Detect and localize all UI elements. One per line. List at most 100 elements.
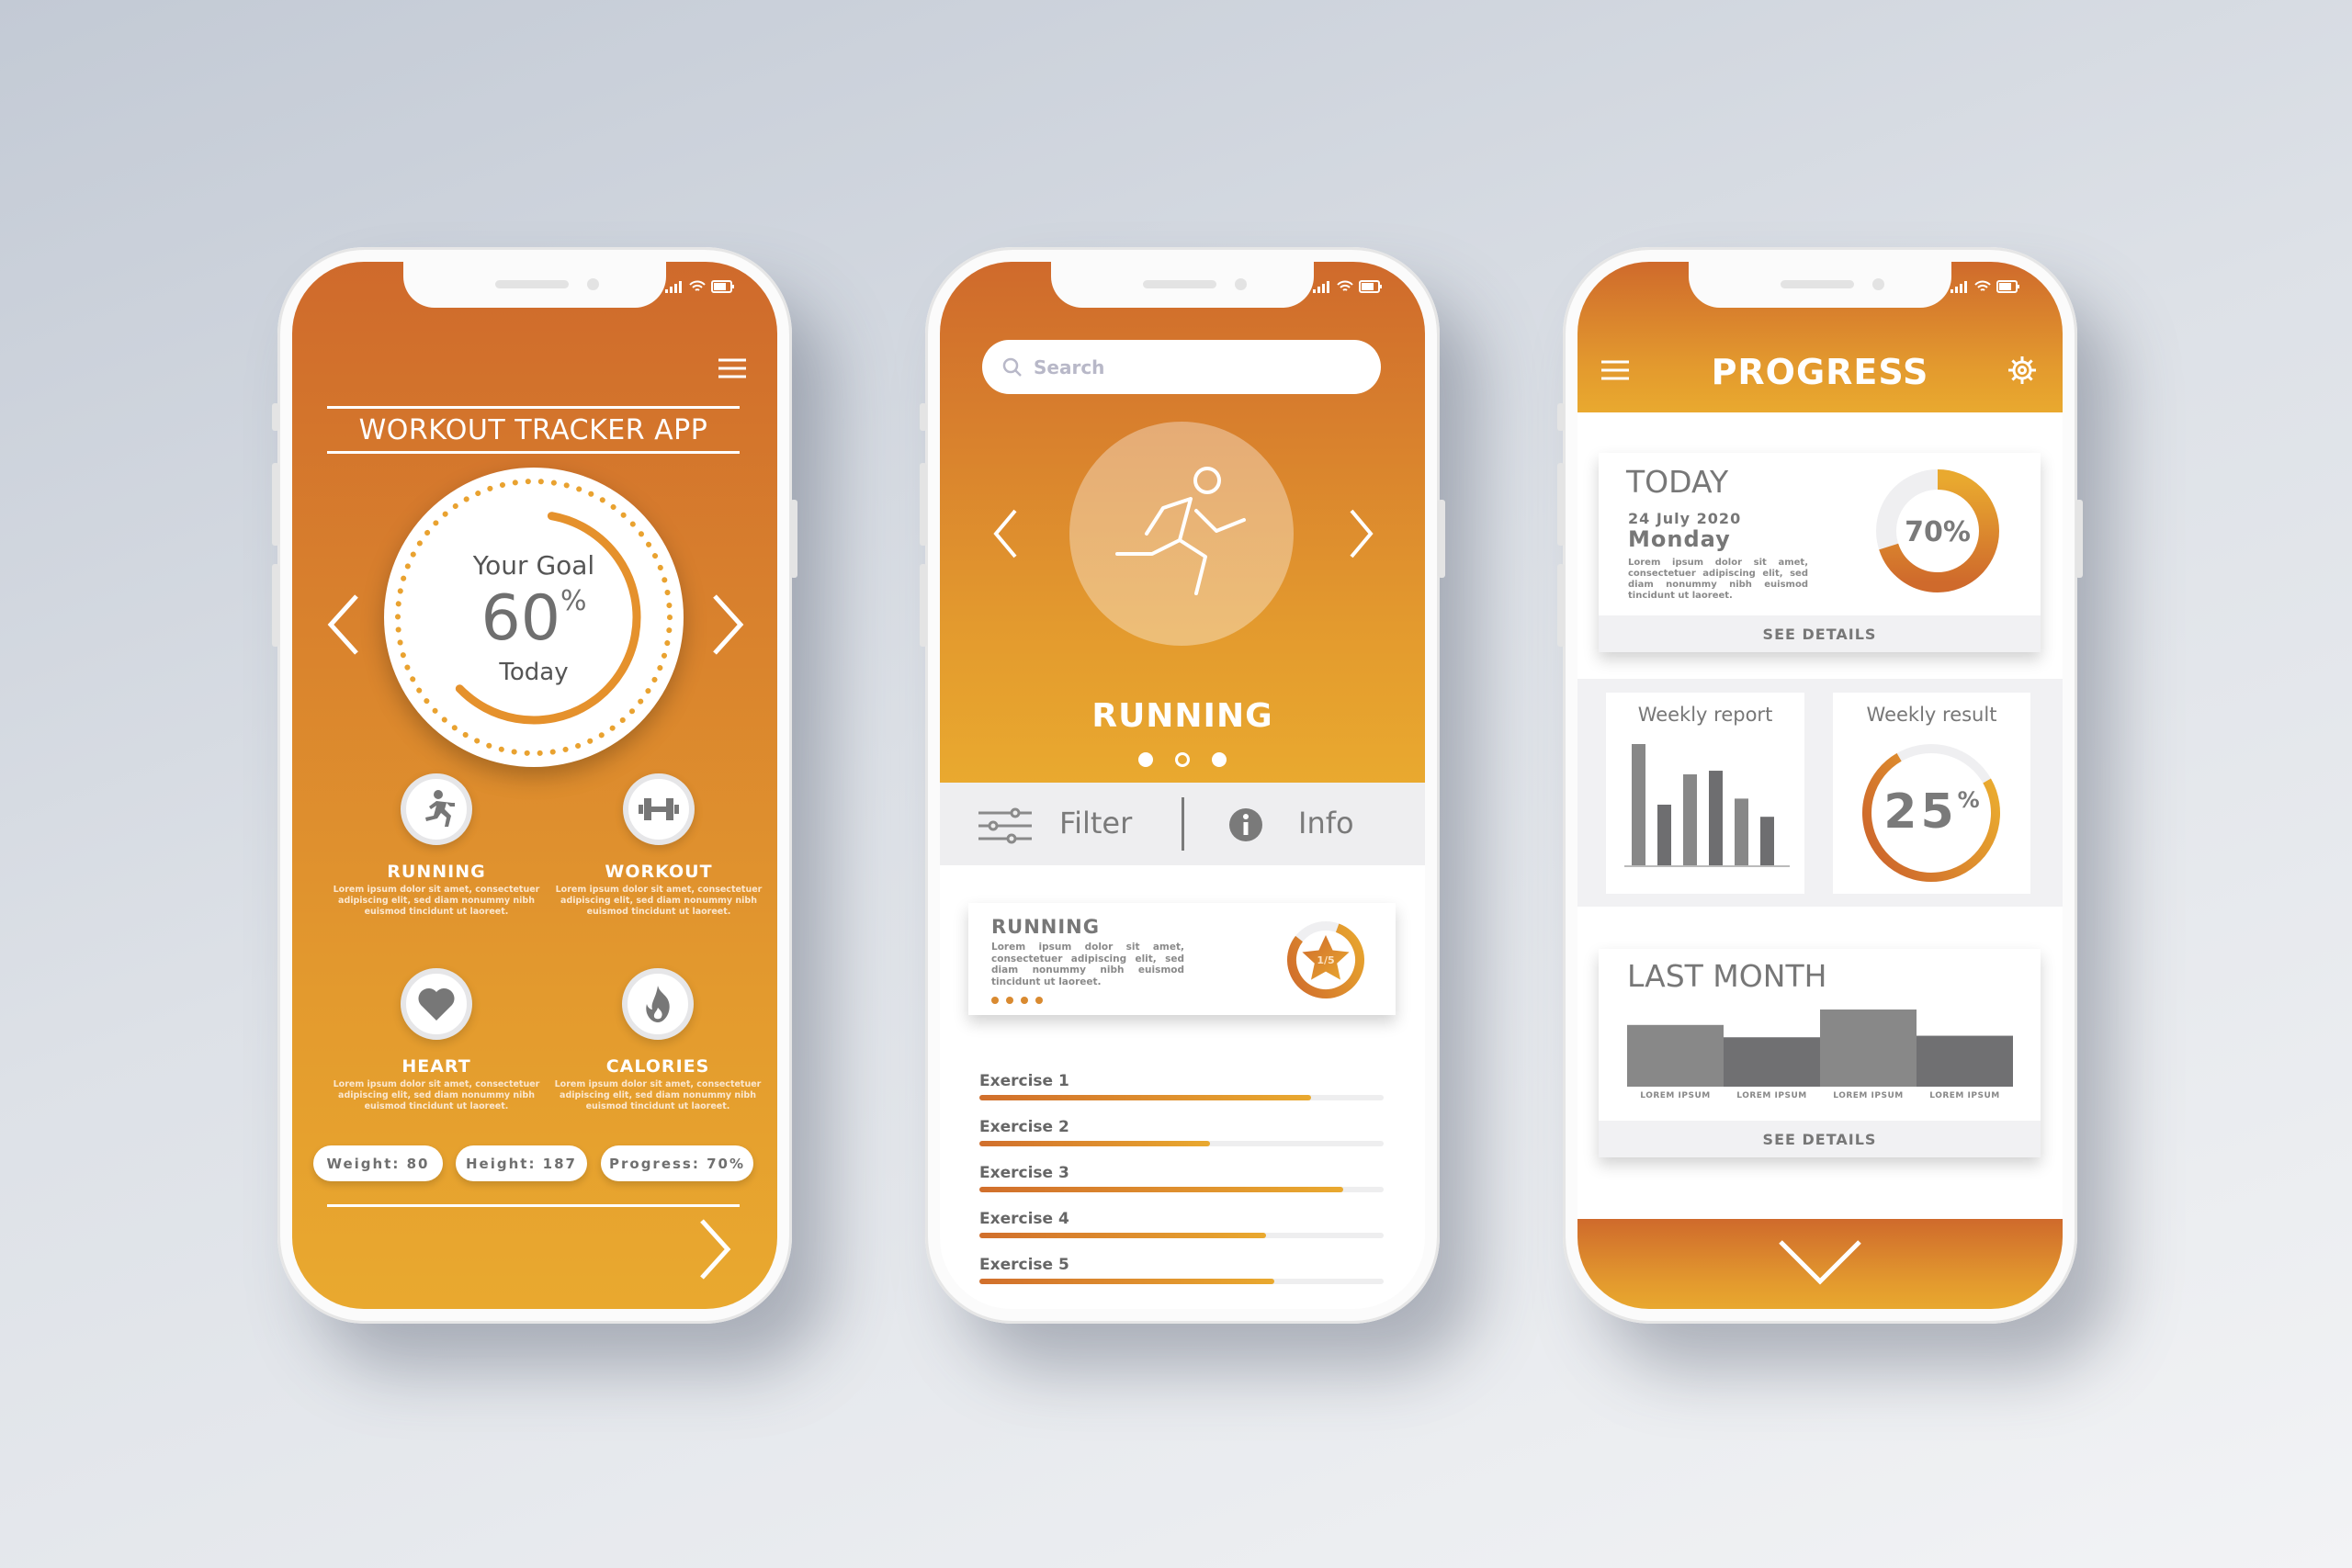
runner-icon bbox=[1115, 467, 1246, 595]
phone-activity: Search RUNNING Filter Info RUNNING Lorem… bbox=[920, 247, 1445, 1324]
feature-desc: Lorem ipsum dolor sit amet, consectetuer… bbox=[555, 885, 763, 917]
status-bar bbox=[665, 280, 735, 293]
feature-title: CALORIES bbox=[605, 1056, 710, 1077]
exercise-progress-fill bbox=[979, 1233, 1267, 1238]
notch bbox=[1689, 262, 1951, 308]
today-date: 24 July 2020 bbox=[1628, 510, 1742, 527]
rating-label: 1/5 bbox=[1317, 954, 1334, 966]
previous-arrow-icon[interactable] bbox=[325, 592, 362, 657]
feature-title: HEART bbox=[401, 1056, 471, 1077]
settings-gear-icon[interactable] bbox=[2007, 355, 2038, 386]
exercise-progress-fill bbox=[979, 1095, 1311, 1100]
filter-icon[interactable] bbox=[978, 807, 1032, 844]
filter-button[interactable]: Filter bbox=[1059, 806, 1132, 840]
dumbbell-button[interactable] bbox=[623, 773, 695, 845]
dumbbell-icon bbox=[639, 798, 679, 820]
info-button[interactable]: Info bbox=[1298, 806, 1354, 840]
weekly-report-chart bbox=[1624, 744, 1790, 867]
last-month-heading: LAST MONTH bbox=[1627, 958, 1827, 994]
today-card: TODAY 24 July 2020 Monday Lorem ipsum do… bbox=[1599, 453, 2041, 652]
last-month-card: LAST MONTH LOREM IPSUM LOREM IPSUM LOREM I… bbox=[1599, 949, 2041, 1157]
month-label: LOREM IPSUM bbox=[1640, 1091, 1711, 1100]
weekly-bar bbox=[1683, 774, 1697, 865]
today-see-details-button[interactable]: SEE DETAILS bbox=[1599, 615, 2041, 652]
activity-circle bbox=[1069, 422, 1294, 646]
goal-value: 60 bbox=[481, 582, 560, 655]
today-progress-ring: 70% bbox=[1876, 469, 1999, 592]
progress-screen: PROGRESS TODAY 24 July 2020 Monday Lorem… bbox=[1577, 262, 2063, 1309]
weekly-bar bbox=[1657, 805, 1671, 865]
status-bar bbox=[1951, 280, 2020, 293]
search-bar[interactable]: Search bbox=[982, 340, 1381, 394]
baseline bbox=[1624, 865, 1790, 867]
heart-icon bbox=[418, 987, 455, 1021]
search-input[interactable]: Search bbox=[1034, 356, 1104, 378]
exercise-label: Exercise 1 bbox=[979, 1072, 1069, 1090]
weekly-bar bbox=[1735, 798, 1748, 865]
home-screen: WORKOUT TRACKER APP Your Goal 60% Today … bbox=[292, 262, 777, 1309]
exercise-progress-fill bbox=[979, 1141, 1210, 1146]
carousel-dot[interactable] bbox=[1212, 752, 1227, 767]
flame-icon bbox=[646, 986, 670, 1022]
progress-stat: Progress: 70% bbox=[601, 1145, 753, 1181]
weekly-bar bbox=[1709, 771, 1723, 865]
phone-home: WORKOUT TRACKER APP Your Goal 60% Today … bbox=[272, 247, 797, 1324]
signal-icon bbox=[1951, 281, 1967, 293]
heart-button[interactable] bbox=[401, 968, 472, 1040]
bottom-expand-bar[interactable] bbox=[1577, 1219, 2063, 1309]
card-dots bbox=[991, 997, 1043, 1004]
today-heading: TODAY bbox=[1626, 464, 1729, 500]
continue-arrow-icon[interactable] bbox=[696, 1217, 733, 1281]
exercise-progress-bar bbox=[979, 1095, 1384, 1100]
last-month-chart bbox=[1627, 1010, 2013, 1087]
flame-button[interactable] bbox=[622, 968, 694, 1040]
info-icon[interactable] bbox=[1228, 807, 1263, 842]
next-arrow-icon[interactable] bbox=[1348, 508, 1375, 559]
running-icon bbox=[425, 790, 455, 827]
goal-unit: % bbox=[560, 585, 587, 617]
wifi-icon bbox=[1974, 280, 1991, 291]
previous-arrow-icon[interactable] bbox=[991, 508, 1019, 559]
activity-title: RUNNING bbox=[1091, 697, 1273, 735]
exercise-label: Exercise 4 bbox=[979, 1210, 1069, 1228]
exercise-progress-bar bbox=[979, 1279, 1384, 1284]
weight-stat: Weight: 80 bbox=[313, 1145, 443, 1181]
last-month-see-details-button[interactable]: SEE DETAILS bbox=[1599, 1121, 2041, 1157]
today-percent: 70% bbox=[1905, 516, 1971, 548]
exercise-label: Exercise 3 bbox=[979, 1164, 1069, 1182]
battery-icon bbox=[1996, 280, 2019, 293]
height-stat: Height: 187 bbox=[456, 1145, 587, 1181]
goal-label: Your Goal bbox=[472, 550, 595, 581]
carousel-dot[interactable] bbox=[1138, 752, 1153, 767]
wifi-icon bbox=[689, 280, 706, 291]
rating-ring: 1/5 bbox=[1287, 921, 1364, 998]
notch bbox=[403, 262, 666, 308]
card-title: RUNNING bbox=[991, 916, 1100, 938]
feature-title: WORKOUT bbox=[605, 862, 713, 882]
month-bar bbox=[1917, 1035, 2013, 1087]
activity-card[interactable]: RUNNING Lorem ipsum dolor sit amet, cons… bbox=[968, 903, 1396, 1015]
menu-icon[interactable] bbox=[718, 357, 746, 379]
signal-icon bbox=[1313, 281, 1329, 293]
weekly-bar bbox=[1632, 744, 1645, 865]
weekly-result-value: 25 bbox=[1883, 784, 1958, 840]
weekly-bar bbox=[1760, 817, 1774, 865]
filter-bar: Filter Info bbox=[940, 783, 1425, 865]
weekly-result-title: Weekly result bbox=[1866, 704, 1997, 726]
feature-title: RUNNING bbox=[387, 862, 486, 882]
chevron-down-icon[interactable] bbox=[1776, 1237, 1864, 1289]
next-arrow-icon[interactable] bbox=[709, 592, 746, 657]
exercise-progress-bar bbox=[979, 1141, 1384, 1146]
weekly-result-card[interactable]: Weekly result 25% bbox=[1833, 693, 2030, 894]
goal-dial: Your Goal 60% Today bbox=[384, 468, 684, 767]
carousel-dot[interactable] bbox=[1175, 752, 1190, 767]
battery-icon bbox=[1359, 280, 1382, 293]
search-icon bbox=[1002, 357, 1022, 377]
carousel-dots[interactable] bbox=[940, 752, 1425, 767]
exercise-progress-bar bbox=[979, 1233, 1384, 1238]
month-bar bbox=[1627, 1024, 1724, 1087]
running-button[interactable] bbox=[401, 773, 472, 845]
exercise-progress-bar bbox=[979, 1187, 1384, 1192]
notch bbox=[1051, 262, 1314, 308]
weekly-report-card[interactable]: Weekly report bbox=[1606, 693, 1804, 894]
